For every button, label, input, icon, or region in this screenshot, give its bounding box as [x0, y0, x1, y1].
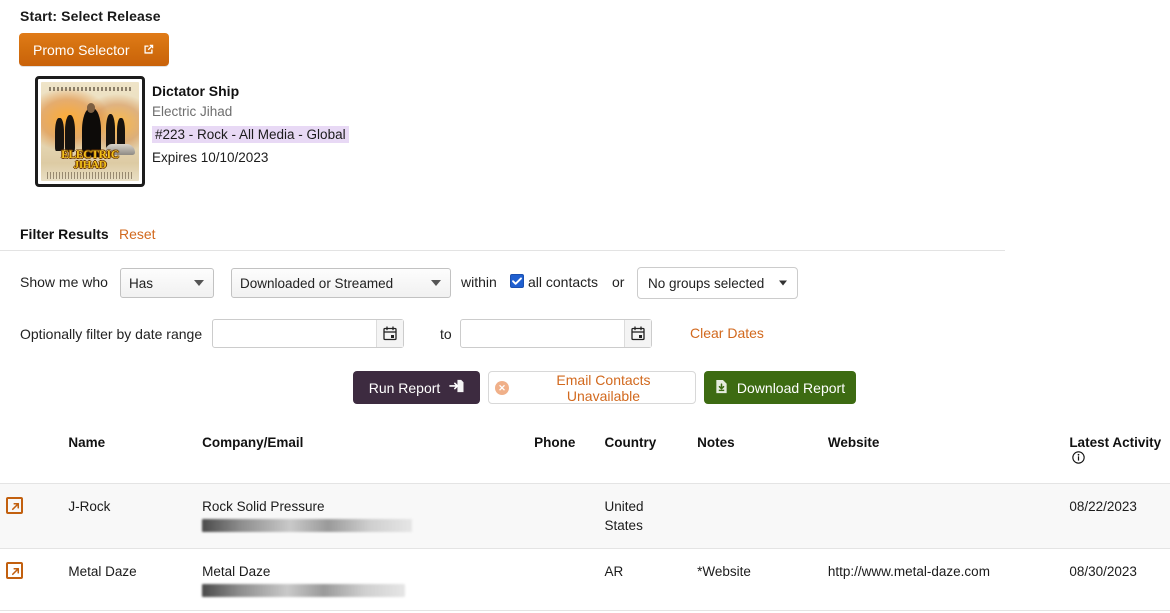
promo-selector-label: Promo Selector [33, 41, 130, 58]
release-expires: Expires 10/10/2023 [152, 150, 269, 165]
cover-art-title: ELECTRIC JIHAD [45, 149, 135, 172]
cover-art-figure [64, 114, 76, 153]
table-header-row: Name Company/Email Phone Country Notes W… [0, 425, 1170, 484]
or-label: or [612, 274, 625, 290]
activity-type-select[interactable]: Downloaded or Streamed [231, 268, 451, 298]
date-to-field[interactable] [460, 319, 652, 348]
groups-dropdown-button[interactable]: No groups selected [637, 267, 798, 299]
page-title: Start: Select Release [20, 8, 161, 24]
run-report-button[interactable]: Run Report [353, 371, 480, 404]
column-header-activity-label: Latest Activity [1069, 435, 1162, 450]
company-name: Metal Daze [202, 563, 271, 579]
column-header-open [0, 425, 63, 484]
show-me-who-label: Show me who [20, 274, 108, 290]
file-download-icon [715, 379, 728, 397]
column-header-activity: Latest Activity [1063, 425, 1170, 484]
run-report-label: Run Report [368, 379, 441, 396]
cell-name: Metal Daze [62, 548, 197, 611]
divider [0, 250, 1005, 251]
cell-website [821, 483, 1064, 549]
error-circle-icon: ✕ [495, 380, 509, 395]
email-contacts-label: Email Contacts Unavailable [556, 371, 651, 404]
row-open-cell [0, 483, 63, 549]
cover-art-credits [46, 172, 134, 180]
has-select-value: Has [129, 275, 154, 291]
results-table: Name Company/Email Phone Country Notes W… [0, 425, 1170, 611]
table-row[interactable]: J-Rock Rock Solid Pressure United States… [0, 483, 1170, 549]
all-contacts-label: all contacts [528, 274, 599, 290]
column-header-company: Company/Email [196, 425, 529, 484]
chevron-down-icon [431, 280, 441, 286]
open-external-icon[interactable] [6, 496, 23, 514]
email-redacted [202, 518, 413, 532]
email-redacted [202, 583, 406, 597]
export-arrow-icon [449, 379, 464, 396]
cell-country: United States [598, 483, 692, 549]
all-contacts-checkbox[interactable] [510, 274, 524, 288]
company-name: Rock Solid Pressure [202, 498, 325, 514]
within-label: within [461, 274, 497, 290]
column-header-website: Website [821, 425, 1064, 484]
column-header-country: Country [598, 425, 692, 484]
release-cover-art[interactable]: ELECTRIC JIHAD [35, 76, 145, 187]
release-title: Dictator Ship [152, 83, 240, 99]
cover-art-figure [54, 117, 64, 152]
cover-art-tagline [48, 86, 132, 91]
date-from-input[interactable] [213, 320, 376, 347]
chevron-down-icon [779, 280, 787, 286]
cell-notes: *Website [691, 548, 822, 611]
calendar-icon-from[interactable] [376, 320, 403, 347]
cell-activity: 08/22/2023 [1063, 483, 1170, 549]
chevron-down-icon [194, 280, 204, 286]
has-select[interactable]: Has [120, 268, 214, 298]
groups-dropdown-label: No groups selected [648, 275, 765, 291]
date-to-label: to [440, 326, 452, 342]
cover-art-figure-head [86, 102, 96, 113]
cell-activity: 08/30/2023 [1063, 548, 1170, 611]
open-external-icon[interactable] [6, 561, 23, 579]
date-range-label: Optionally filter by date range [20, 326, 203, 342]
cell-name: J-Rock [62, 483, 197, 549]
column-header-name: Name [62, 425, 197, 484]
download-report-button[interactable]: Download Report [704, 371, 856, 404]
date-from-field[interactable] [212, 319, 404, 348]
table-row[interactable]: Metal Daze Metal Daze AR *Website http:/… [0, 548, 1170, 611]
release-tag: #223 - Rock - All Media - Global [152, 126, 349, 143]
cover-art-image: ELECTRIC JIHAD [41, 82, 139, 181]
download-report-label: Download Report [736, 379, 846, 396]
cell-country: AR [598, 548, 692, 611]
report-page: Start: Select Release Promo Selector ELE… [0, 0, 1170, 613]
cell-website: http://www.metal-daze.com [821, 548, 1064, 611]
filter-reset-link[interactable]: Reset [119, 226, 156, 242]
activity-type-select-value: Downloaded or Streamed [240, 275, 394, 291]
results-table-body: J-Rock Rock Solid Pressure United States… [0, 483, 1170, 611]
column-header-phone: Phone [528, 425, 599, 484]
calendar-icon-to[interactable] [624, 320, 651, 347]
info-icon[interactable] [1072, 451, 1086, 464]
cell-phone [528, 548, 599, 611]
filter-results-heading: Filter Results [20, 226, 109, 242]
release-artist: Electric Jihad [152, 104, 233, 119]
clear-dates-link[interactable]: Clear Dates [690, 325, 764, 341]
row-open-cell [0, 548, 63, 611]
cover-art-title-line2: JIHAD [73, 159, 107, 172]
check-icon [512, 277, 522, 285]
external-link-icon [142, 43, 155, 56]
date-to-input[interactable] [461, 320, 624, 347]
cell-phone [528, 483, 599, 549]
cell-notes [691, 483, 822, 549]
cell-company: Metal Daze [196, 548, 529, 611]
column-header-notes: Notes [691, 425, 822, 484]
cell-company: Rock Solid Pressure [196, 483, 529, 549]
results-table-head: Name Company/Email Phone Country Notes W… [0, 425, 1170, 484]
promo-selector-button[interactable]: Promo Selector [19, 33, 170, 66]
email-contacts-button[interactable]: ✕ Email Contacts Unavailable [488, 371, 696, 404]
